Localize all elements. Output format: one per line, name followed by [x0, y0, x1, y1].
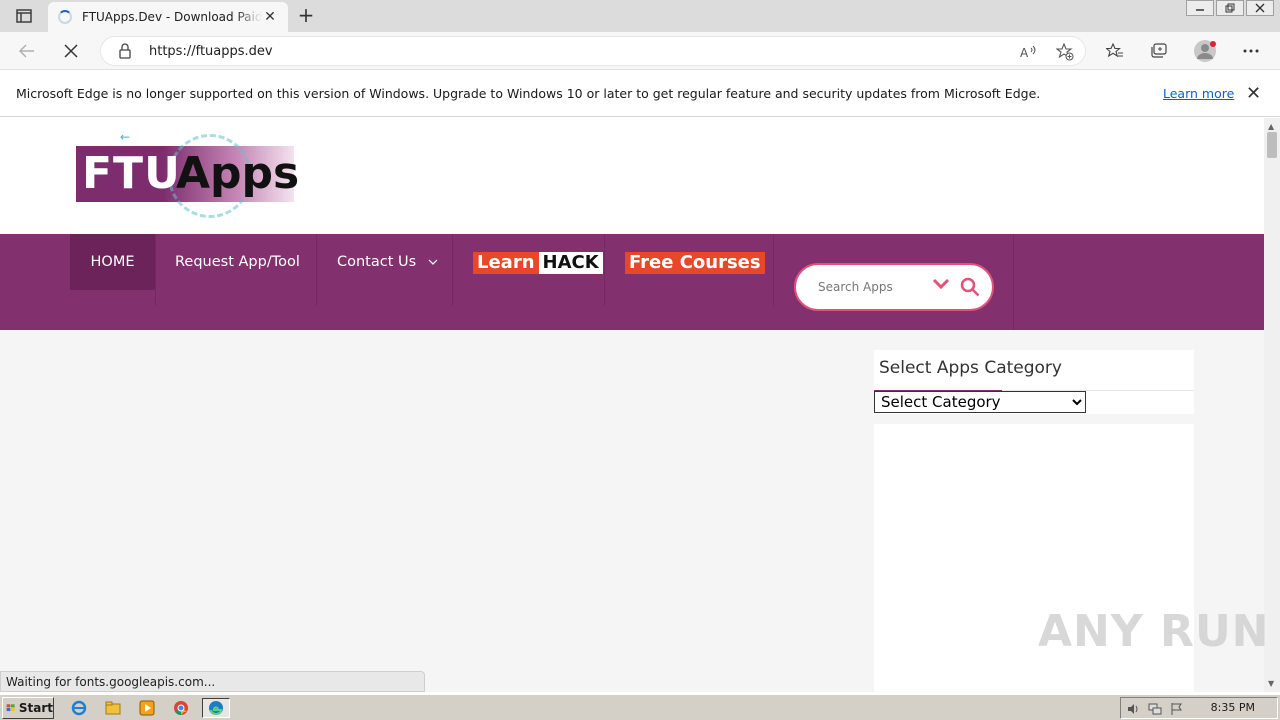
- read-aloud-icon[interactable]: A: [1019, 42, 1039, 62]
- collections-button[interactable]: [1146, 38, 1172, 64]
- network-icon[interactable]: [1147, 701, 1163, 717]
- logo-arrow-icon: ←: [120, 130, 131, 144]
- collections-icon: [1151, 43, 1167, 58]
- explorer-icon[interactable]: [102, 698, 124, 718]
- window-controls: [1184, 0, 1274, 16]
- unsupported-os-infobar: Microsoft Edge is no longer supported on…: [0, 71, 1280, 117]
- new-tab-button[interactable]: +: [294, 4, 318, 28]
- more-menu-button[interactable]: [1238, 38, 1264, 64]
- lock-icon[interactable]: [119, 43, 131, 63]
- add-favorite-icon[interactable]: [1055, 42, 1075, 62]
- tab-close-icon[interactable]: ✕: [262, 9, 278, 25]
- search-box: [794, 263, 994, 311]
- close-window-icon[interactable]: [1246, 0, 1274, 16]
- tab-active[interactable]: FTUApps.Dev - Download Paid Apps ✕: [48, 2, 288, 32]
- url-text[interactable]: https://ftuapps.dev: [149, 44, 273, 59]
- start-button[interactable]: Start: [2, 697, 54, 719]
- svg-text:A: A: [1020, 46, 1029, 59]
- nav-contact-label: Contact Us: [337, 254, 417, 270]
- scroll-up-icon[interactable]: ▲: [1268, 122, 1274, 131]
- windows-logo-icon: [6, 704, 15, 712]
- hack-badge: HACK: [538, 252, 603, 274]
- nav-contact-us[interactable]: Contact Us: [337, 234, 438, 290]
- logo-text-apps: Apps: [176, 148, 300, 199]
- start-label: Start: [18, 701, 53, 715]
- stop-loading-button[interactable]: [58, 38, 84, 64]
- address-bar[interactable]: https://ftuapps.dev A: [100, 36, 1086, 66]
- flag-icon[interactable]: [1169, 701, 1185, 717]
- search-icon[interactable]: [960, 277, 980, 301]
- stop-icon: [64, 44, 78, 58]
- browser-toolbar: https://ftuapps.dev A: [0, 32, 1280, 70]
- nav-home[interactable]: HOME: [70, 234, 155, 290]
- nav-free-courses[interactable]: Free Courses: [625, 252, 765, 274]
- ie-icon[interactable]: [68, 698, 90, 718]
- category-widget: Select Apps Category Select Category: [874, 350, 1194, 414]
- nav-divider: [1013, 234, 1014, 330]
- volume-icon[interactable]: [1125, 701, 1141, 717]
- nav-divider: [316, 234, 317, 306]
- browser-window: FTUApps.Dev - Download Paid Apps ✕ + htt…: [0, 0, 1280, 720]
- nav-divider: [773, 234, 774, 306]
- category-widget-title: Select Apps Category: [879, 358, 1062, 378]
- status-bubble: Waiting for fonts.googleapis.com...: [0, 671, 425, 692]
- favorites-button[interactable]: [1102, 38, 1128, 64]
- system-tray: 8:35 PM: [1120, 697, 1278, 719]
- infobar-close-icon[interactable]: ✕: [1246, 83, 1261, 104]
- chrome-icon[interactable]: [170, 698, 192, 718]
- category-select[interactable]: Select Category: [874, 391, 1086, 413]
- restore-icon[interactable]: [1216, 0, 1244, 16]
- infobar-message: Microsoft Edge is no longer supported on…: [16, 86, 1041, 101]
- tab-actions-icon[interactable]: [10, 6, 38, 26]
- nav-divider: [604, 234, 605, 306]
- favorites-icon: [1106, 43, 1123, 58]
- media-player-icon[interactable]: [136, 698, 158, 718]
- chevron-down-icon: [428, 259, 438, 265]
- back-arrow-icon: [19, 44, 34, 58]
- clock: 8:35 PM: [1210, 701, 1255, 714]
- nav-divider: [155, 234, 156, 306]
- nav-request-app[interactable]: Request App/Tool: [175, 234, 300, 290]
- more-dots-icon: [1243, 49, 1259, 53]
- edge-icon[interactable]: [202, 698, 230, 718]
- scroll-thumb[interactable]: [1267, 132, 1277, 158]
- search-input[interactable]: [818, 277, 928, 297]
- nav-learn-hack[interactable]: Learn HACK: [473, 252, 603, 274]
- site-header: ← FTU Apps: [0, 118, 1264, 234]
- profile-button[interactable]: [1192, 38, 1218, 64]
- tab-title: FTUApps.Dev - Download Paid Apps: [82, 10, 262, 24]
- learn-more-link[interactable]: Learn more: [1163, 86, 1234, 101]
- main-nav: HOME Request App/Tool Contact Us Learn HA…: [0, 234, 1264, 330]
- nav-divider: [452, 234, 453, 306]
- taskbar: Start 8:35 PM: [0, 694, 1280, 720]
- loading-spinner-icon: [58, 10, 72, 24]
- logo-text-ftu: FTU: [82, 148, 181, 199]
- scroll-down-icon[interactable]: ▼: [1268, 679, 1274, 688]
- site-logo[interactable]: ← FTU Apps: [76, 130, 300, 220]
- learn-badge: Learn: [473, 252, 539, 274]
- free-courses-badge: Free Courses: [625, 252, 765, 274]
- back-button[interactable]: [14, 38, 40, 64]
- avatar: [1194, 40, 1216, 62]
- tab-strip: FTUApps.Dev - Download Paid Apps ✕ +: [0, 0, 1280, 32]
- search-filter-chevron-icon[interactable]: [932, 277, 950, 295]
- anyrun-watermark: ANY RUN: [1038, 606, 1270, 657]
- minimize-icon[interactable]: [1186, 0, 1214, 16]
